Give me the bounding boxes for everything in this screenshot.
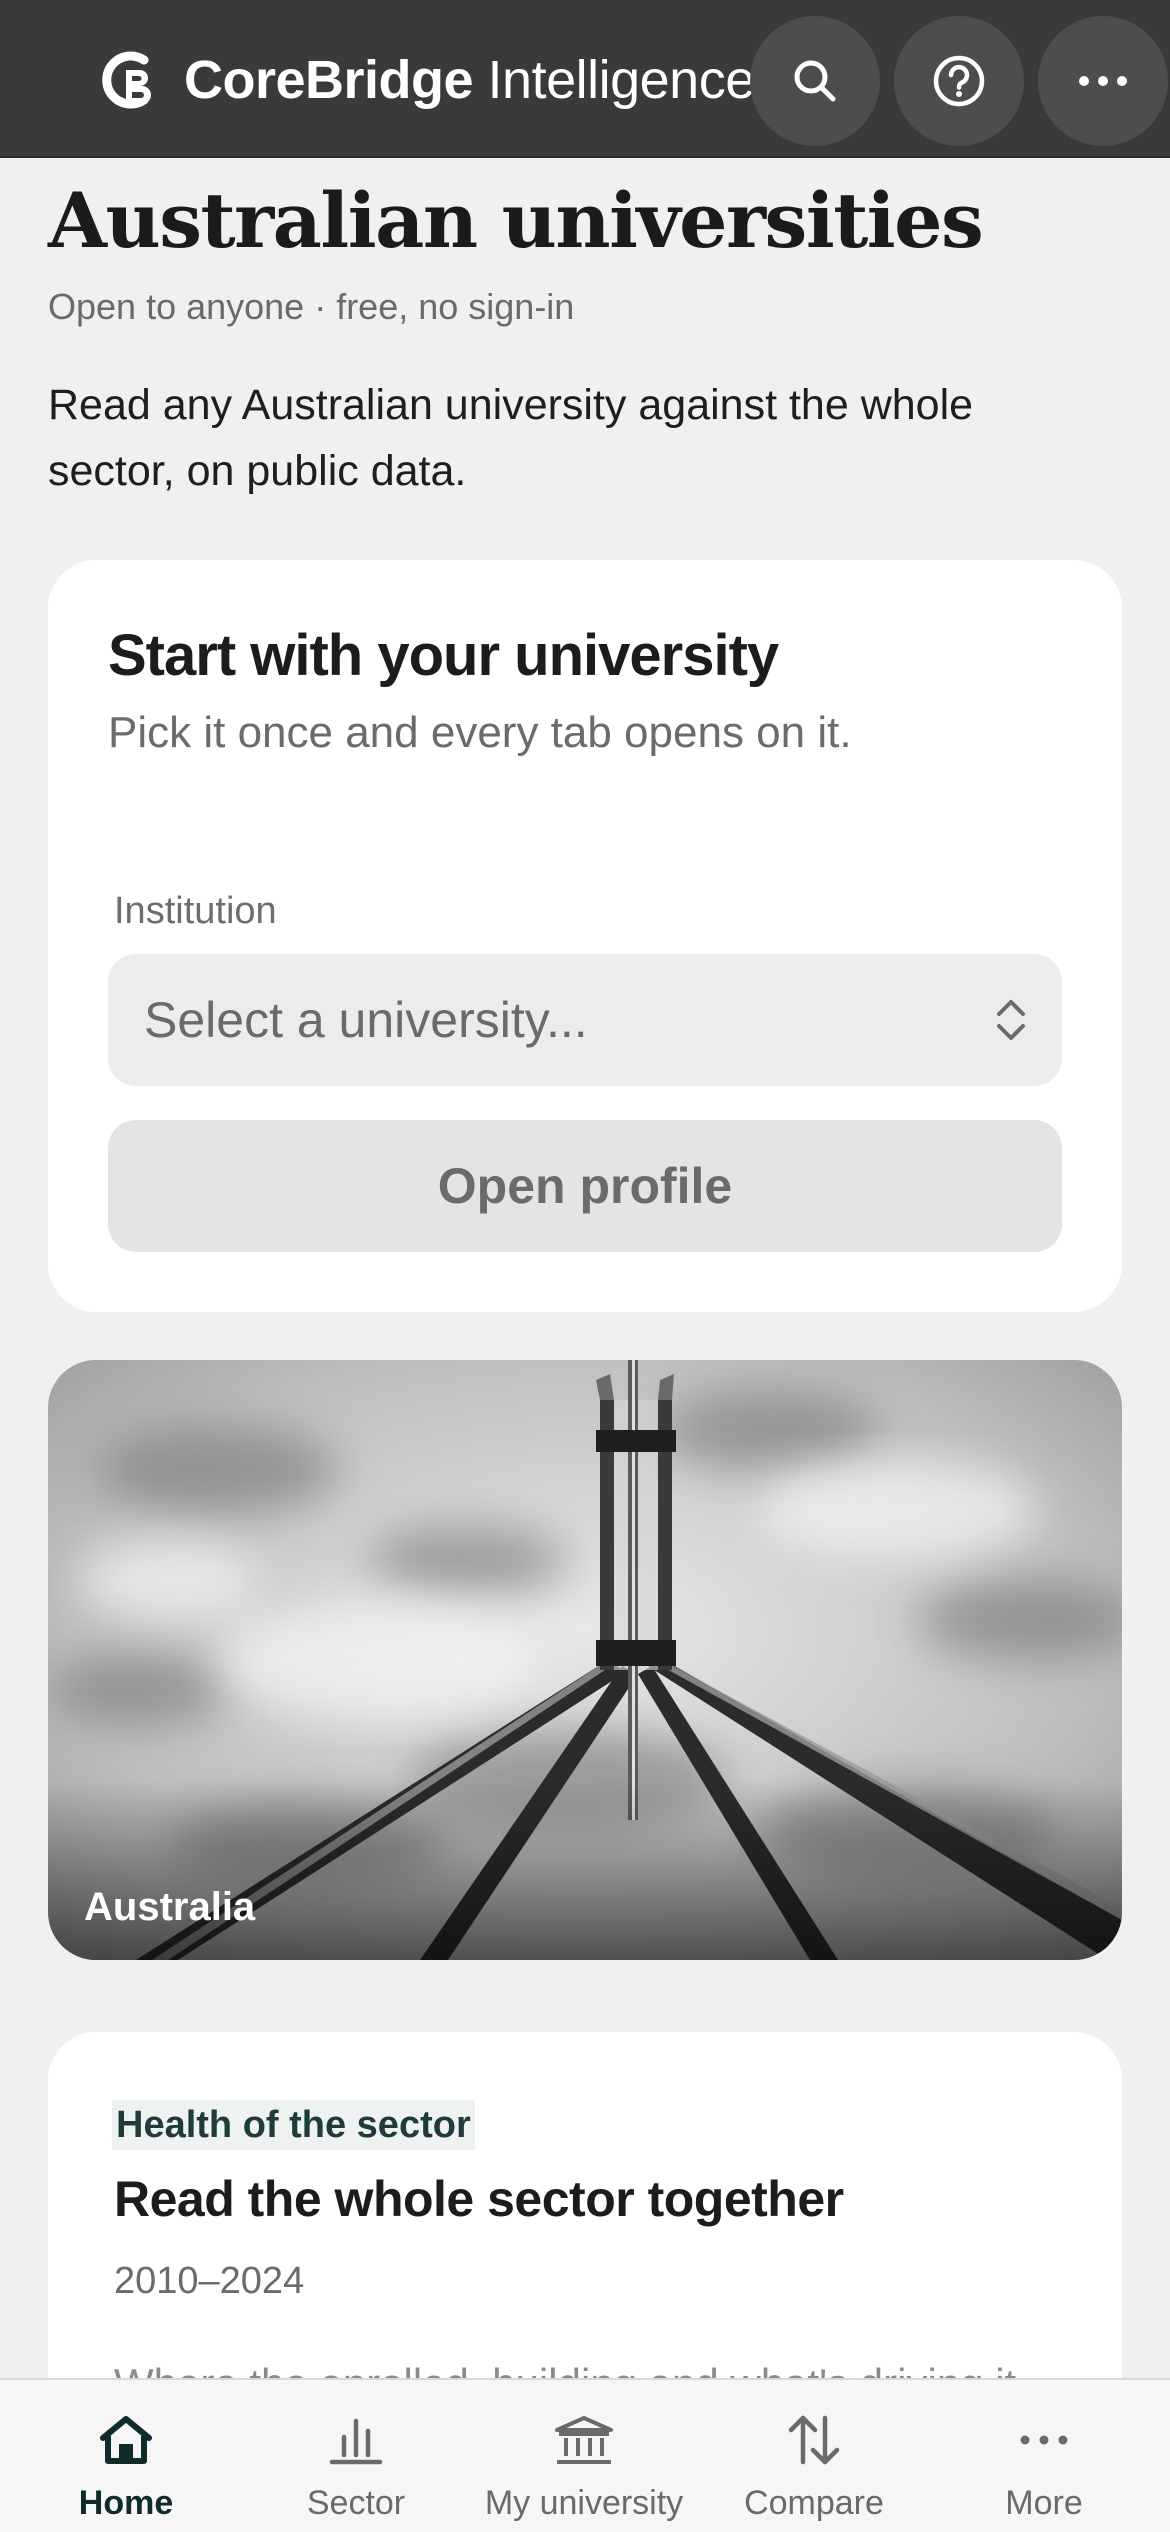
australia-photo-card[interactable]: Australia	[48, 1360, 1122, 1960]
tab-my-university[interactable]: My university	[474, 2380, 694, 2532]
bottom-tab-bar: Home Sector My university Compare More	[0, 2378, 1170, 2532]
photo-caption: Australia	[84, 1885, 256, 1929]
bar-chart-icon	[321, 2410, 391, 2470]
brand-name: CoreBridge Intelligence	[184, 50, 755, 110]
access-note: Open to anyone · free, no sign-in	[48, 286, 575, 327]
tab-my-university-label: My university	[484, 2484, 684, 2522]
picker-subtitle: Pick it once and every tab opens on it.	[108, 708, 852, 757]
tab-compare-label: Compare	[744, 2484, 884, 2522]
institution-select[interactable]: Select a university...	[108, 954, 1062, 1086]
tab-more-label: More	[1005, 2484, 1083, 2522]
tab-sector[interactable]: Sector	[246, 2380, 466, 2532]
sector-card-date-range: 2010–2024	[114, 2260, 305, 2302]
help-button[interactable]	[894, 16, 1024, 146]
sector-card-eyebrow: Health of the sector	[112, 2100, 475, 2150]
corebridge-logo-icon	[102, 51, 151, 109]
page-title: Australian universities	[48, 176, 984, 265]
open-profile-button[interactable]: Open profile	[108, 1120, 1062, 1252]
more-icon	[1079, 76, 1127, 86]
home-icon	[91, 2410, 161, 2470]
university-picker-card: Start with your university Pick it once …	[48, 560, 1122, 1312]
brand[interactable]: CoreBridge Intelligence	[100, 44, 755, 116]
more-icon	[1009, 2410, 1079, 2470]
institution-icon	[549, 2410, 619, 2470]
sector-card-title: Read the whole sector together	[114, 2171, 844, 2227]
tab-compare[interactable]: Compare	[704, 2380, 924, 2532]
tab-home-label: Home	[78, 2484, 174, 2522]
more-button[interactable]	[1038, 16, 1168, 146]
chevron-up-down-icon	[997, 1000, 1025, 1040]
tab-more[interactable]: More	[934, 2380, 1154, 2532]
parliament-flagpole-image	[48, 1360, 1122, 1960]
intro-text: Read any Australian university against t…	[48, 381, 974, 495]
tab-sector-label: Sector	[306, 2484, 406, 2522]
tab-home[interactable]: Home	[16, 2380, 236, 2532]
top-app-bar: CoreBridge Intelligence	[0, 0, 1170, 158]
picker-title: Start with your university	[108, 623, 779, 688]
compare-arrows-icon	[779, 2410, 849, 2470]
institution-label: Institution	[114, 890, 277, 932]
search-icon	[794, 60, 836, 102]
institution-select-placeholder: Select a university...	[144, 992, 588, 1048]
help-icon	[933, 55, 985, 107]
search-button[interactable]	[750, 16, 880, 146]
